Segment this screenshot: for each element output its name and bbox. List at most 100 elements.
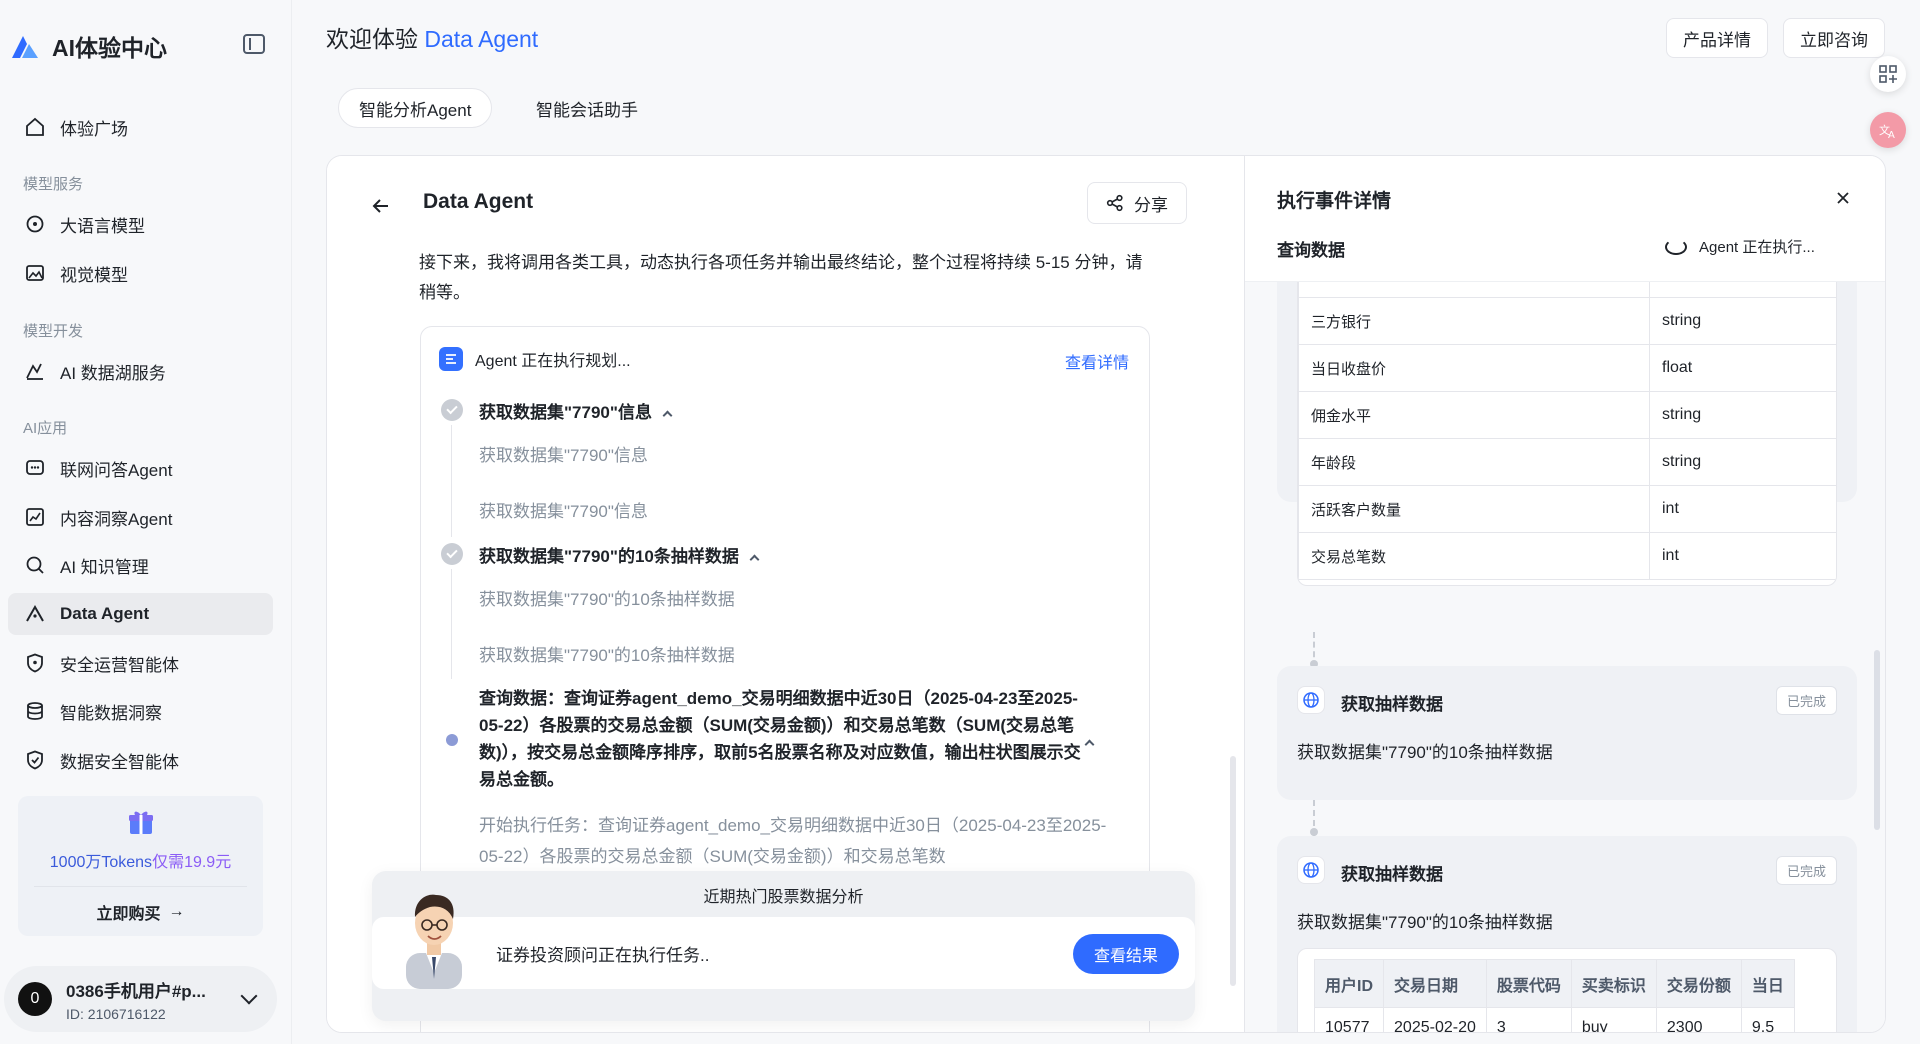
advisor-avatar xyxy=(406,894,462,989)
step-connector xyxy=(451,569,452,679)
event-card[interactable]: 获取抽样数据 已完成 获取数据集"7790"的10条抽样数据 用户ID 交易日期… xyxy=(1277,836,1857,1032)
sidebar-item-ai-datalake[interactable]: AI 数据湖服务 xyxy=(8,350,273,392)
database-icon xyxy=(24,700,46,722)
field-name: 当日收盘价 xyxy=(1298,344,1650,392)
buy-now-button[interactable]: 立即购买 → xyxy=(18,896,263,928)
share-label: 分享 xyxy=(1134,195,1168,215)
task-title: 近期热门股票数据分析 xyxy=(703,889,864,906)
event-desc: 获取数据集"7790"的10条抽样数据 xyxy=(1297,913,1553,932)
sidebar-item-content-insight-agent[interactable]: 内容洞察Agent xyxy=(8,496,273,538)
close-icon[interactable] xyxy=(1835,190,1851,206)
user-id: ID: 2106716122 xyxy=(66,1005,166,1022)
tab-chat-assistant[interactable]: 智能会话助手 xyxy=(516,88,658,128)
field-name: 交易总笔数 xyxy=(1298,532,1650,580)
sidebar-item-label: 内容洞察Agent xyxy=(60,509,173,529)
intro-text: 接下来，我将调用各类工具，动态执行各项任务并输出最终结论，整个过程将持续 5-1… xyxy=(419,253,1143,302)
agent-title: Data Agent xyxy=(423,190,534,213)
sample-table-wrap: 用户ID 交易日期 股票代码 买卖标识 交易份额 当日 10577 2025-0… xyxy=(1297,948,1837,1032)
sidebar-item-vision-model[interactable]: 视觉模型 xyxy=(8,252,273,294)
nav-group-model-service: 模型服务 xyxy=(23,176,84,193)
timeline-dot xyxy=(1310,828,1318,836)
field-name: 佣金水平 xyxy=(1298,391,1650,439)
loading-icon xyxy=(1665,238,1687,255)
table-row xyxy=(1298,282,1836,298)
sidebar-item-label: 大语言模型 xyxy=(60,216,145,236)
detail-status-text: Agent 正在执行... xyxy=(1699,239,1815,256)
arrow-right-icon: → xyxy=(168,903,185,920)
column-header: 买卖标识 xyxy=(1570,959,1657,1008)
event-desc: 获取数据集"7790"的10条抽样数据 xyxy=(1297,743,1553,762)
sidebar-item-label: 安全运营智能体 xyxy=(60,655,179,675)
sidebar-item-label: Data Agent xyxy=(60,604,150,623)
plan-status: Agent 正在执行规划... xyxy=(475,353,631,370)
field-type: int xyxy=(1649,485,1836,533)
promo-card: 1000万Tokens仅需19.9元 立即购买 → xyxy=(18,796,263,936)
main-card: Data Agent 分享 接下来，我将调用各类工具，动态执行各项任务并输出最终… xyxy=(326,155,1886,1033)
model-icon xyxy=(24,213,46,235)
translate-icon[interactable]: 文A xyxy=(1870,112,1906,148)
promo-text: 1000万Tokens仅需19.9元 xyxy=(18,848,263,872)
table-cell: 2025-02-20 xyxy=(1383,1007,1487,1032)
table-cell: buy xyxy=(1570,1007,1657,1032)
data-agent-icon xyxy=(24,603,46,625)
detail-title: 执行事件详情 xyxy=(1277,191,1392,212)
consult-button[interactable]: 立即咨询 xyxy=(1783,18,1885,58)
event-card[interactable]: 获取抽样数据 已完成 获取数据集"7790"的10条抽样数据 xyxy=(1277,666,1857,800)
welcome-accent: Data Agent xyxy=(424,26,539,52)
back-arrow-icon[interactable] xyxy=(369,194,393,218)
column-header: 交易日期 xyxy=(1383,959,1487,1008)
detail-subtitle: 查询数据 xyxy=(1277,241,1345,260)
step-title: 获取数据集"7790"信息 xyxy=(479,398,673,423)
nav-group-ai-app: AI应用 xyxy=(23,420,68,437)
view-result-button[interactable]: 查看结果 xyxy=(1073,934,1179,974)
column-header: 股票代码 xyxy=(1485,959,1572,1008)
promo-prefix: 1000万Tokens xyxy=(49,854,153,871)
sidebar-item-data-insight[interactable]: 智能数据洞察 xyxy=(8,690,273,732)
plan-header: Agent 正在执行规划... xyxy=(439,347,631,371)
tab-analysis-agent[interactable]: 智能分析Agent xyxy=(338,88,493,128)
datalake-icon xyxy=(24,360,46,382)
table-row: 佣金水平 string xyxy=(1298,391,1836,439)
sample-table: 用户ID 交易日期 股票代码 买卖标识 交易份额 当日 10577 2025-0… xyxy=(1313,959,1795,1032)
home-icon xyxy=(24,116,46,138)
sidebar-item-data-agent[interactable]: Data Agent xyxy=(8,593,273,635)
status-badge: 已完成 xyxy=(1775,686,1837,715)
product-details-button[interactable]: 产品详情 xyxy=(1666,18,1768,58)
brand[interactable]: AI体验中心 xyxy=(10,28,167,64)
table-row: 年龄段 string xyxy=(1298,438,1836,486)
apps-grid-icon[interactable] xyxy=(1870,56,1906,92)
chevron-up-icon xyxy=(662,410,673,421)
step-check-icon xyxy=(441,399,463,421)
sidebar-item-ai-knowledge[interactable]: AI 知识管理 xyxy=(8,544,273,586)
share-button[interactable]: 分享 xyxy=(1087,182,1187,224)
table-row: 10577 2025-02-20 3 buy 2300 9.5 xyxy=(1313,1007,1795,1032)
table-header-row: 用户ID 交易日期 股票代码 买卖标识 交易份额 当日 xyxy=(1313,959,1795,1008)
table-cell: 3 xyxy=(1485,1007,1572,1032)
user-card[interactable]: 0 0386手机用户#p... ID: 2106716122 xyxy=(4,966,277,1032)
chevron-down-icon[interactable] xyxy=(240,987,258,1005)
column-header: 当日 xyxy=(1740,959,1795,1008)
sidebar-collapse-icon[interactable] xyxy=(243,34,265,54)
globe-icon xyxy=(1297,686,1325,714)
field-name: 三方银行 xyxy=(1298,297,1650,345)
sidebar: AI体验中心 体验广场 模型服务 大语言模型 视觉模型 模型开发 AI 数据湖服… xyxy=(0,0,292,1044)
sidebar-item-llm[interactable]: 大语言模型 xyxy=(8,203,273,245)
sidebar-item-data-security[interactable]: 数据安全智能体 xyxy=(8,739,273,781)
welcome-prefix: 欢迎体验 xyxy=(326,26,418,52)
table-row: 三方银行 string xyxy=(1298,297,1836,345)
schema-table: 三方银行 string 当日收盘价 float 佣金水平 string 年龄段 stri… xyxy=(1298,282,1836,580)
field-type: string xyxy=(1649,391,1836,439)
sidebar-item-web-qa-agent[interactable]: 联网问答Agent xyxy=(8,447,273,489)
user-name: 0386手机用户#p... xyxy=(66,981,206,1001)
field-name: 年龄段 xyxy=(1298,438,1650,486)
sidebar-item-experience-plaza[interactable]: 体验广场 xyxy=(8,106,273,148)
view-details-link[interactable]: 查看详情 xyxy=(1065,349,1129,373)
gift-icon xyxy=(129,811,153,834)
sidebar-item-security-ops[interactable]: 安全运营智能体 xyxy=(8,642,273,684)
detail-scrollbar[interactable] xyxy=(1874,650,1880,830)
scrollbar[interactable] xyxy=(1230,756,1236,986)
query-step-title[interactable]: 查询数据：查询证券agent_demo_交易明细数据中近30日（2025-04-… xyxy=(479,685,1089,793)
detail-panel: 三方银行 string 当日收盘价 float 佣金水平 string 年龄段 stri… xyxy=(1244,156,1885,1032)
schema-card: 三方银行 string 当日收盘价 float 佣金水平 string 年龄段 stri… xyxy=(1277,282,1857,586)
page-title: 欢迎体验 Data Agent xyxy=(326,20,538,54)
